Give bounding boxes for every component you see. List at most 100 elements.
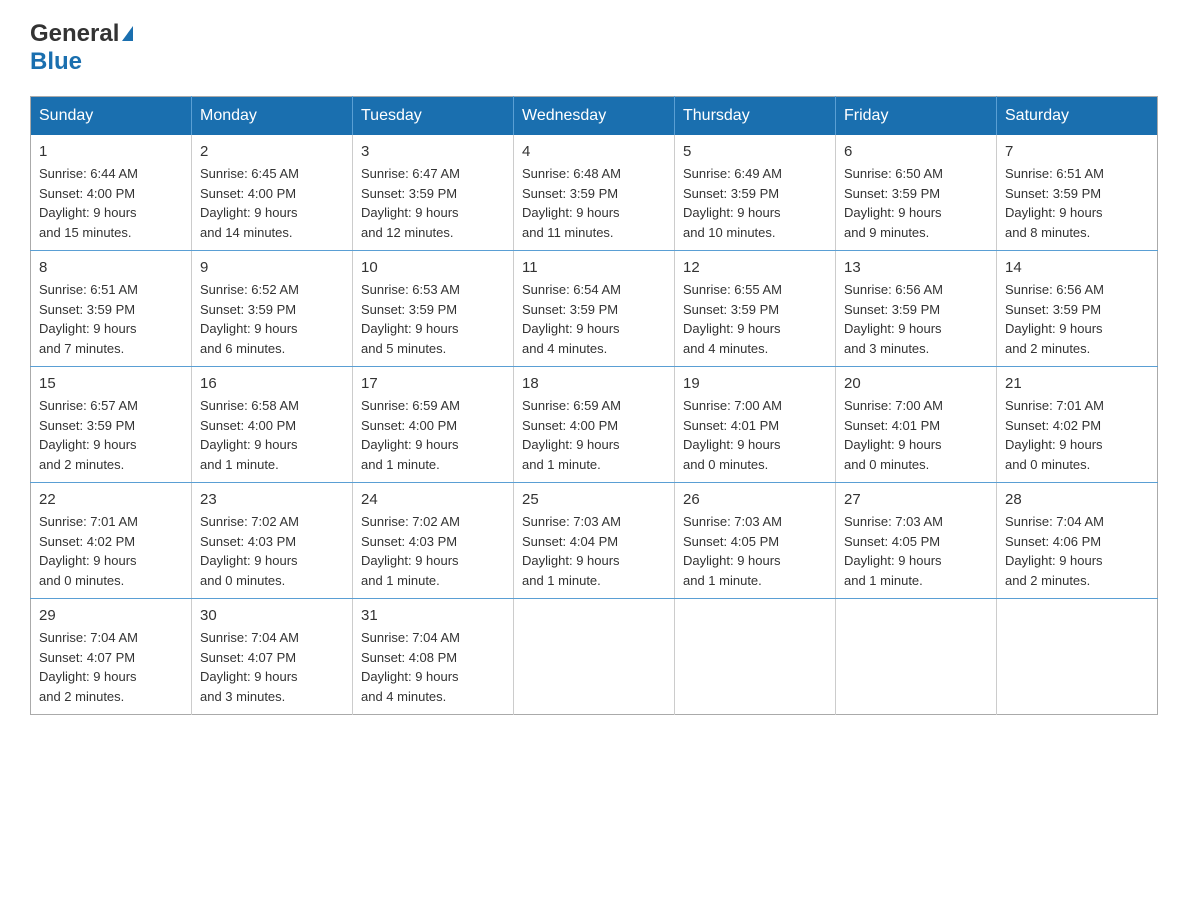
day-number: 19 — [683, 375, 827, 392]
calendar-day-cell: 31 Sunrise: 7:04 AM Sunset: 4:08 PM Dayl… — [353, 599, 514, 715]
day-number: 8 — [39, 259, 183, 276]
calendar-day-cell: 21 Sunrise: 7:01 AM Sunset: 4:02 PM Dayl… — [997, 367, 1158, 483]
calendar-day-cell — [997, 599, 1158, 715]
day-of-week-header: Friday — [836, 97, 997, 136]
calendar-week-row: 15 Sunrise: 6:57 AM Sunset: 3:59 PM Dayl… — [31, 367, 1158, 483]
day-info: Sunrise: 7:03 AM Sunset: 4:05 PM Dayligh… — [844, 512, 988, 590]
day-info: Sunrise: 6:54 AM Sunset: 3:59 PM Dayligh… — [522, 280, 666, 358]
calendar-day-cell: 2 Sunrise: 6:45 AM Sunset: 4:00 PM Dayli… — [192, 135, 353, 251]
day-of-week-header: Thursday — [675, 97, 836, 136]
calendar-day-cell: 17 Sunrise: 6:59 AM Sunset: 4:00 PM Dayl… — [353, 367, 514, 483]
day-number: 28 — [1005, 491, 1149, 508]
day-info: Sunrise: 7:02 AM Sunset: 4:03 PM Dayligh… — [361, 512, 505, 590]
calendar-day-cell: 27 Sunrise: 7:03 AM Sunset: 4:05 PM Dayl… — [836, 483, 997, 599]
calendar-day-cell: 24 Sunrise: 7:02 AM Sunset: 4:03 PM Dayl… — [353, 483, 514, 599]
day-number: 11 — [522, 259, 666, 276]
day-number: 9 — [200, 259, 344, 276]
day-number: 14 — [1005, 259, 1149, 276]
day-info: Sunrise: 6:57 AM Sunset: 3:59 PM Dayligh… — [39, 396, 183, 474]
day-info: Sunrise: 6:45 AM Sunset: 4:00 PM Dayligh… — [200, 164, 344, 242]
day-info: Sunrise: 6:52 AM Sunset: 3:59 PM Dayligh… — [200, 280, 344, 358]
day-number: 26 — [683, 491, 827, 508]
calendar-day-cell: 8 Sunrise: 6:51 AM Sunset: 3:59 PM Dayli… — [31, 251, 192, 367]
day-info: Sunrise: 6:44 AM Sunset: 4:00 PM Dayligh… — [39, 164, 183, 242]
day-info: Sunrise: 6:50 AM Sunset: 3:59 PM Dayligh… — [844, 164, 988, 242]
day-info: Sunrise: 6:58 AM Sunset: 4:00 PM Dayligh… — [200, 396, 344, 474]
day-of-week-header: Tuesday — [353, 97, 514, 136]
calendar-day-cell: 19 Sunrise: 7:00 AM Sunset: 4:01 PM Dayl… — [675, 367, 836, 483]
day-of-week-header: Sunday — [31, 97, 192, 136]
day-number: 31 — [361, 607, 505, 624]
calendar-day-cell: 6 Sunrise: 6:50 AM Sunset: 3:59 PM Dayli… — [836, 135, 997, 251]
day-info: Sunrise: 6:49 AM Sunset: 3:59 PM Dayligh… — [683, 164, 827, 242]
day-info: Sunrise: 7:01 AM Sunset: 4:02 PM Dayligh… — [1005, 396, 1149, 474]
day-number: 30 — [200, 607, 344, 624]
calendar-day-cell — [675, 599, 836, 715]
day-number: 27 — [844, 491, 988, 508]
calendar-table: SundayMondayTuesdayWednesdayThursdayFrid… — [30, 96, 1158, 715]
day-number: 4 — [522, 143, 666, 160]
day-number: 23 — [200, 491, 344, 508]
calendar-day-cell: 16 Sunrise: 6:58 AM Sunset: 4:00 PM Dayl… — [192, 367, 353, 483]
calendar-day-cell: 7 Sunrise: 6:51 AM Sunset: 3:59 PM Dayli… — [997, 135, 1158, 251]
day-info: Sunrise: 7:01 AM Sunset: 4:02 PM Dayligh… — [39, 512, 183, 590]
page-header: General Blue — [30, 20, 1158, 76]
day-number: 16 — [200, 375, 344, 392]
day-info: Sunrise: 6:51 AM Sunset: 3:59 PM Dayligh… — [1005, 164, 1149, 242]
day-number: 29 — [39, 607, 183, 624]
day-info: Sunrise: 6:53 AM Sunset: 3:59 PM Dayligh… — [361, 280, 505, 358]
calendar-day-cell: 9 Sunrise: 6:52 AM Sunset: 3:59 PM Dayli… — [192, 251, 353, 367]
calendar-day-cell: 11 Sunrise: 6:54 AM Sunset: 3:59 PM Dayl… — [514, 251, 675, 367]
logo: General Blue — [30, 20, 133, 76]
calendar-day-cell: 12 Sunrise: 6:55 AM Sunset: 3:59 PM Dayl… — [675, 251, 836, 367]
calendar-day-cell: 22 Sunrise: 7:01 AM Sunset: 4:02 PM Dayl… — [31, 483, 192, 599]
calendar-week-row: 22 Sunrise: 7:01 AM Sunset: 4:02 PM Dayl… — [31, 483, 1158, 599]
day-number: 13 — [844, 259, 988, 276]
logo-general-text: General — [30, 20, 119, 48]
day-number: 12 — [683, 259, 827, 276]
calendar-day-cell: 18 Sunrise: 6:59 AM Sunset: 4:00 PM Dayl… — [514, 367, 675, 483]
calendar-day-cell: 13 Sunrise: 6:56 AM Sunset: 3:59 PM Dayl… — [836, 251, 997, 367]
calendar-day-cell: 14 Sunrise: 6:56 AM Sunset: 3:59 PM Dayl… — [997, 251, 1158, 367]
day-info: Sunrise: 7:02 AM Sunset: 4:03 PM Dayligh… — [200, 512, 344, 590]
calendar-week-row: 29 Sunrise: 7:04 AM Sunset: 4:07 PM Dayl… — [31, 599, 1158, 715]
day-number: 20 — [844, 375, 988, 392]
day-info: Sunrise: 6:47 AM Sunset: 3:59 PM Dayligh… — [361, 164, 505, 242]
day-number: 24 — [361, 491, 505, 508]
day-of-week-header: Wednesday — [514, 97, 675, 136]
day-number: 22 — [39, 491, 183, 508]
calendar-week-row: 8 Sunrise: 6:51 AM Sunset: 3:59 PM Dayli… — [31, 251, 1158, 367]
day-info: Sunrise: 6:59 AM Sunset: 4:00 PM Dayligh… — [522, 396, 666, 474]
day-info: Sunrise: 6:55 AM Sunset: 3:59 PM Dayligh… — [683, 280, 827, 358]
day-number: 17 — [361, 375, 505, 392]
day-number: 6 — [844, 143, 988, 160]
day-info: Sunrise: 7:03 AM Sunset: 4:05 PM Dayligh… — [683, 512, 827, 590]
calendar-day-cell: 1 Sunrise: 6:44 AM Sunset: 4:00 PM Dayli… — [31, 135, 192, 251]
day-info: Sunrise: 6:48 AM Sunset: 3:59 PM Dayligh… — [522, 164, 666, 242]
calendar-day-cell: 29 Sunrise: 7:04 AM Sunset: 4:07 PM Dayl… — [31, 599, 192, 715]
day-number: 18 — [522, 375, 666, 392]
calendar-day-cell: 10 Sunrise: 6:53 AM Sunset: 3:59 PM Dayl… — [353, 251, 514, 367]
calendar-header-row: SundayMondayTuesdayWednesdayThursdayFrid… — [31, 97, 1158, 136]
day-info: Sunrise: 7:00 AM Sunset: 4:01 PM Dayligh… — [844, 396, 988, 474]
day-of-week-header: Monday — [192, 97, 353, 136]
calendar-day-cell: 4 Sunrise: 6:48 AM Sunset: 3:59 PM Dayli… — [514, 135, 675, 251]
day-number: 7 — [1005, 143, 1149, 160]
calendar-week-row: 1 Sunrise: 6:44 AM Sunset: 4:00 PM Dayli… — [31, 135, 1158, 251]
calendar-day-cell: 28 Sunrise: 7:04 AM Sunset: 4:06 PM Dayl… — [997, 483, 1158, 599]
day-number: 21 — [1005, 375, 1149, 392]
day-number: 3 — [361, 143, 505, 160]
calendar-day-cell: 3 Sunrise: 6:47 AM Sunset: 3:59 PM Dayli… — [353, 135, 514, 251]
day-info: Sunrise: 7:04 AM Sunset: 4:07 PM Dayligh… — [39, 628, 183, 706]
day-info: Sunrise: 6:56 AM Sunset: 3:59 PM Dayligh… — [1005, 280, 1149, 358]
logo-blue-text: Blue — [30, 48, 82, 75]
day-info: Sunrise: 6:56 AM Sunset: 3:59 PM Dayligh… — [844, 280, 988, 358]
calendar-day-cell: 26 Sunrise: 7:03 AM Sunset: 4:05 PM Dayl… — [675, 483, 836, 599]
day-number: 25 — [522, 491, 666, 508]
calendar-day-cell: 15 Sunrise: 6:57 AM Sunset: 3:59 PM Dayl… — [31, 367, 192, 483]
day-info: Sunrise: 7:04 AM Sunset: 4:07 PM Dayligh… — [200, 628, 344, 706]
calendar-day-cell: 23 Sunrise: 7:02 AM Sunset: 4:03 PM Dayl… — [192, 483, 353, 599]
day-of-week-header: Saturday — [997, 97, 1158, 136]
day-info: Sunrise: 6:59 AM Sunset: 4:00 PM Dayligh… — [361, 396, 505, 474]
day-info: Sunrise: 7:03 AM Sunset: 4:04 PM Dayligh… — [522, 512, 666, 590]
